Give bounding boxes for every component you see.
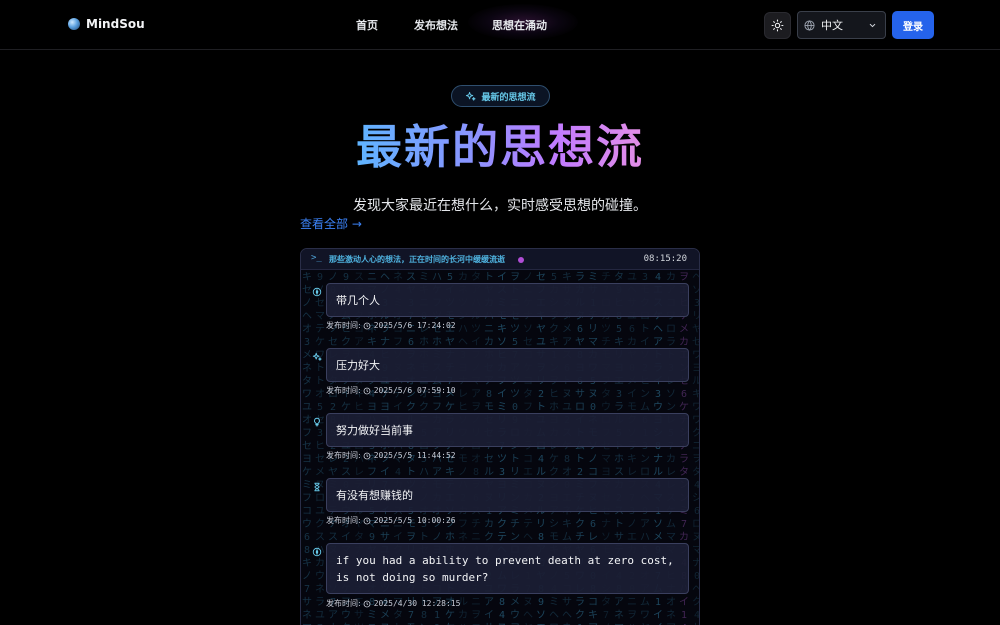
stream-tagline: 那些激动人心的想法，正在时间的长河中缓缓流逝 — [329, 255, 505, 264]
latest-stream-badge: 最新的思想流 — [451, 85, 550, 107]
publish-time-label: 发布时间: — [326, 516, 361, 525]
sun-icon — [771, 19, 784, 32]
thought-meta: 发布时间: 2025/4/30 12:28:15 — [326, 598, 460, 609]
globe-icon — [804, 19, 815, 31]
thought-meta: 发布时间: 2025/5/5 11:44:52 — [326, 450, 456, 461]
publish-time: 2025/5/6 07:59:10 — [373, 386, 456, 395]
thought-text: 努力做好当前事 — [336, 424, 413, 437]
thought-card[interactable]: 压力好大 — [326, 348, 689, 382]
nav-item-home[interactable]: 首页 — [356, 17, 378, 33]
publish-time-label: 发布时间: — [326, 321, 361, 330]
thought-meta: 发布时间: 2025/5/6 07:59:10 — [326, 385, 456, 396]
thought-card[interactable]: 有没有想赚钱的 — [326, 478, 689, 512]
thought-stream-panel: キセノヘオ3メネタワユオフセヨケミフコウ68キノ7サネマヨ9ノセマテケワトトオ5… — [300, 248, 700, 625]
lightbulb-icon — [314, 417, 320, 427]
thought-card[interactable]: if you had a ability to prevent death at… — [326, 543, 689, 594]
chevron-down-icon — [869, 23, 876, 27]
sparkles-icon — [466, 91, 477, 101]
publish-time-label: 发布时间: — [326, 386, 361, 395]
terminal-prompt-icon: >_ — [311, 253, 322, 263]
clock-icon — [363, 452, 371, 459]
top-navbar: MindSou 首页 发布想法 思想在涌动 中文 登录 — [0, 0, 1000, 50]
login-button[interactable]: 登录 — [892, 11, 934, 39]
clock-icon — [363, 600, 371, 607]
clock-icon — [363, 322, 371, 329]
rain-column: ヘソ3リヤセワヨルキワワクニヲタ4シ6ロヌマナ0ヘク4セフ — [692, 272, 700, 625]
language-select-value: 中文 — [821, 19, 843, 32]
publish-time: 2025/5/5 10:00:26 — [373, 516, 456, 525]
rain-column: キセノヘオ3メネタワユオフセヨケミフコウ68キノ7サネマヨ — [302, 272, 312, 625]
sparkles-icon — [312, 352, 322, 361]
clock-icon — [363, 387, 371, 394]
page-title: 最新的思想流 — [356, 120, 644, 174]
compass-icon — [312, 287, 322, 297]
thought-card[interactable]: 带几个人 — [326, 283, 689, 317]
thought-meta: 发布时间: 2025/5/5 10:00:26 — [326, 515, 456, 526]
stream-clock: 08:15:20 — [643, 254, 687, 264]
nav-item-publish[interactable]: 发布想法 — [414, 17, 458, 33]
clock-icon — [363, 517, 371, 524]
language-select[interactable]: 中文 — [797, 11, 886, 39]
rain-column: 9ノセマテケワトトオ5セ3ヒセメヌロユクスハカウネラユ7テ — [315, 272, 325, 625]
thought-card[interactable]: 努力做好当前事 — [326, 413, 689, 447]
publish-time-label: 发布时间: — [326, 451, 361, 460]
thought-text: 带几个人 — [336, 294, 380, 307]
publish-time: 2025/5/6 17:24:02 — [373, 321, 456, 330]
publish-time: 2025/5/5 11:44:52 — [373, 451, 456, 460]
thought-text: 压力好大 — [336, 359, 380, 372]
thought-meta: 发布时间: 2025/5/6 17:24:02 — [326, 320, 456, 331]
theme-toggle-button[interactable] — [764, 12, 791, 39]
publish-time-label: 发布时间: — [326, 599, 361, 608]
stream-header: >_ 那些激动人心的想法，正在时间的长河中缓缓流逝 08:15:20 — [301, 249, 699, 270]
hourglass-icon — [314, 482, 320, 492]
thought-text: if you had a ability to prevent death at… — [336, 553, 674, 584]
view-all-link[interactable]: 查看全部 → — [300, 215, 362, 232]
badge-label: 最新的思想流 — [481, 92, 536, 103]
publish-time: 2025/4/30 12:28:15 — [373, 599, 461, 608]
nav-item-thoughts-flowing[interactable]: 思想在涌动 — [492, 17, 547, 33]
thought-text: 有没有想赚钱的 — [336, 489, 413, 502]
page-subtitle: 发现大家最近在想什么，实时感受思想的碰撞。 — [353, 198, 647, 214]
compass-icon — [312, 547, 322, 557]
live-indicator — [518, 257, 524, 263]
